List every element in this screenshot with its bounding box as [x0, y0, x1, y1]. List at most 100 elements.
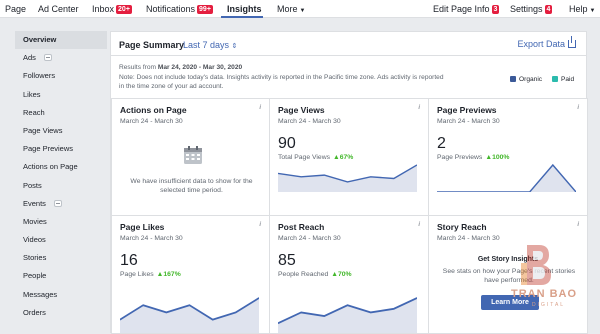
insights-sidebar: Overview Ads Followers Likes Reach Page … — [15, 31, 107, 322]
results-dates: Mar 24, 2020 - Mar 30, 2020 — [157, 64, 243, 71]
metric-name: People Reached — [278, 271, 329, 278]
download-icon — [568, 36, 576, 48]
nav-edit-label: Edit Page Info — [433, 4, 490, 14]
card-title: Story Reach — [437, 222, 487, 232]
info-icon[interactable]: i — [259, 105, 261, 111]
metric-name: Total Page Views — [278, 154, 331, 161]
info-icon[interactable]: i — [418, 222, 420, 228]
active-tab-indicator — [221, 16, 263, 18]
paid-swatch — [551, 76, 558, 82]
watermark-text: TRAN BAO — [511, 288, 578, 300]
card-page-previews[interactable]: Page Previews March 24 - March 30 i 2 Pa… — [428, 98, 588, 216]
inbox-badge: 20+ — [116, 5, 132, 14]
sparkline-area — [278, 165, 417, 192]
nav-ad-center[interactable]: Ad Center — [38, 4, 79, 14]
summary-note: Results from Mar 24, 2020 - Mar 30, 2020… — [119, 63, 519, 92]
sidebar-item-page-previews[interactable]: Page Previews — [15, 140, 107, 158]
legend: Organic Paid — [510, 76, 574, 83]
results-prefix: Results from — [119, 64, 158, 71]
date-range-dropdown[interactable]: Last 7 days ⇕ — [183, 40, 237, 50]
nav-inbox[interactable]: Inbox 20+ — [92, 4, 132, 14]
card-title: Page Views — [278, 105, 325, 115]
metric-value: 2 — [437, 135, 446, 152]
metric-name: Page Previews — [437, 154, 483, 161]
sidebar-item-likes[interactable]: Likes — [15, 86, 107, 104]
nav-page[interactable]: Page — [5, 4, 26, 14]
sort-arrows-icon: ⇕ — [231, 43, 238, 50]
sparkline — [278, 164, 417, 192]
metric-value: 90 — [278, 135, 296, 152]
edit-badge: 3 — [491, 5, 500, 14]
nav-notifications[interactable]: Notifications 99+ — [146, 4, 213, 14]
date-range-label: Last 7 days — [183, 40, 230, 50]
metric-name: Page Likes — [120, 271, 154, 278]
nav-help[interactable]: Help ▼ — [569, 4, 595, 14]
card-title: Actions on Page — [120, 105, 187, 115]
note-line-1: Note: Does not include today's data. Ins… — [119, 73, 444, 81]
notifications-badge: 99+ — [197, 5, 213, 14]
nav-settings[interactable]: Settings 4 — [510, 4, 553, 14]
sidebar-item-movies[interactable]: Movies — [15, 213, 107, 231]
sidebar-item-messages[interactable]: Messages — [15, 286, 107, 304]
nav-settings-label: Settings — [510, 4, 543, 14]
info-icon[interactable]: i — [418, 105, 420, 111]
sparkline — [437, 163, 576, 192]
sidebar-item-people[interactable]: People — [15, 267, 107, 285]
sidebar-item-label: Events — [23, 198, 46, 208]
sidebar-item-overview[interactable]: Overview — [15, 31, 107, 50]
metric-label: Page Previews ▲100% — [437, 154, 509, 161]
sparkline-area — [278, 298, 417, 333]
sparkline — [278, 297, 417, 333]
caret-down-icon: ▼ — [299, 8, 306, 14]
sparkline-area — [437, 165, 576, 192]
change-percent: ▲67% — [333, 154, 354, 161]
results-line: Results from Mar 24, 2020 - Mar 30, 2020 — [119, 63, 519, 73]
nav-insights[interactable]: Insights — [227, 4, 262, 14]
sidebar-item-followers[interactable]: Followers — [15, 67, 107, 85]
nav-notifications-label: Notifications — [146, 4, 196, 14]
settings-badge: 4 — [544, 5, 553, 14]
card-post-reach[interactable]: Post Reach March 24 - March 30 i 85 Peop… — [269, 215, 429, 334]
sidebar-item-ads[interactable]: Ads — [15, 49, 107, 67]
sidebar-item-orders[interactable]: Orders — [15, 304, 107, 322]
collapse-icon[interactable] — [43, 54, 52, 62]
organic-swatch — [510, 76, 516, 82]
nav-edit-page-info[interactable]: Edit Page Info 3 — [433, 4, 500, 14]
nav-more[interactable]: More ▼ — [277, 4, 305, 14]
nav-more-label: More — [277, 4, 298, 14]
legend-paid: Paid — [560, 76, 575, 83]
info-icon[interactable]: i — [259, 222, 261, 228]
change-percent: ▲167% — [156, 271, 181, 278]
card-date: March 24 - March 30 — [437, 235, 500, 242]
page-title: Page Summary — [119, 40, 185, 50]
caret-down-icon: ▼ — [589, 8, 596, 14]
calendar-icon — [184, 146, 202, 164]
metric-value: 85 — [278, 252, 296, 269]
info-icon[interactable]: i — [577, 222, 579, 228]
card-page-likes[interactable]: Page Likes March 24 - March 30 i 16 Page… — [111, 215, 270, 334]
collapse-icon[interactable] — [53, 199, 62, 207]
card-actions-on-page[interactable]: Actions on Page March 24 - March 30 i We… — [111, 98, 270, 216]
sidebar-item-events[interactable]: Events — [15, 195, 107, 213]
sidebar-item-label: Ads — [23, 53, 36, 63]
card-date: March 24 - March 30 — [120, 235, 183, 242]
sidebar-item-stories[interactable]: Stories — [15, 249, 107, 267]
change-percent: ▲100% — [485, 154, 510, 161]
sidebar-item-page-views[interactable]: Page Views — [15, 122, 107, 140]
sidebar-item-reach[interactable]: Reach — [15, 104, 107, 122]
metric-label: Page Likes ▲167% — [120, 271, 181, 278]
note-line-2: in the time zone of your ad account. — [119, 83, 224, 91]
export-data-button[interactable]: Export Data — [517, 36, 576, 49]
card-date: March 24 - March 30 — [437, 118, 500, 125]
sidebar-item-videos[interactable]: Videos — [15, 231, 107, 249]
info-icon[interactable]: i — [577, 105, 579, 111]
card-title: Page Previews — [437, 105, 497, 115]
sidebar-item-actions-on-page[interactable]: Actions on Page — [15, 158, 107, 176]
card-page-views[interactable]: Page Views March 24 - March 30 i 90 Tota… — [269, 98, 429, 216]
nav-inbox-label: Inbox — [92, 4, 115, 14]
card-date: March 24 - March 30 — [278, 118, 341, 125]
change-percent: ▲70% — [331, 271, 352, 278]
sidebar-item-posts[interactable]: Posts — [15, 177, 107, 195]
card-date: March 24 - March 30 — [120, 118, 183, 125]
card-title: Page Likes — [120, 222, 165, 232]
